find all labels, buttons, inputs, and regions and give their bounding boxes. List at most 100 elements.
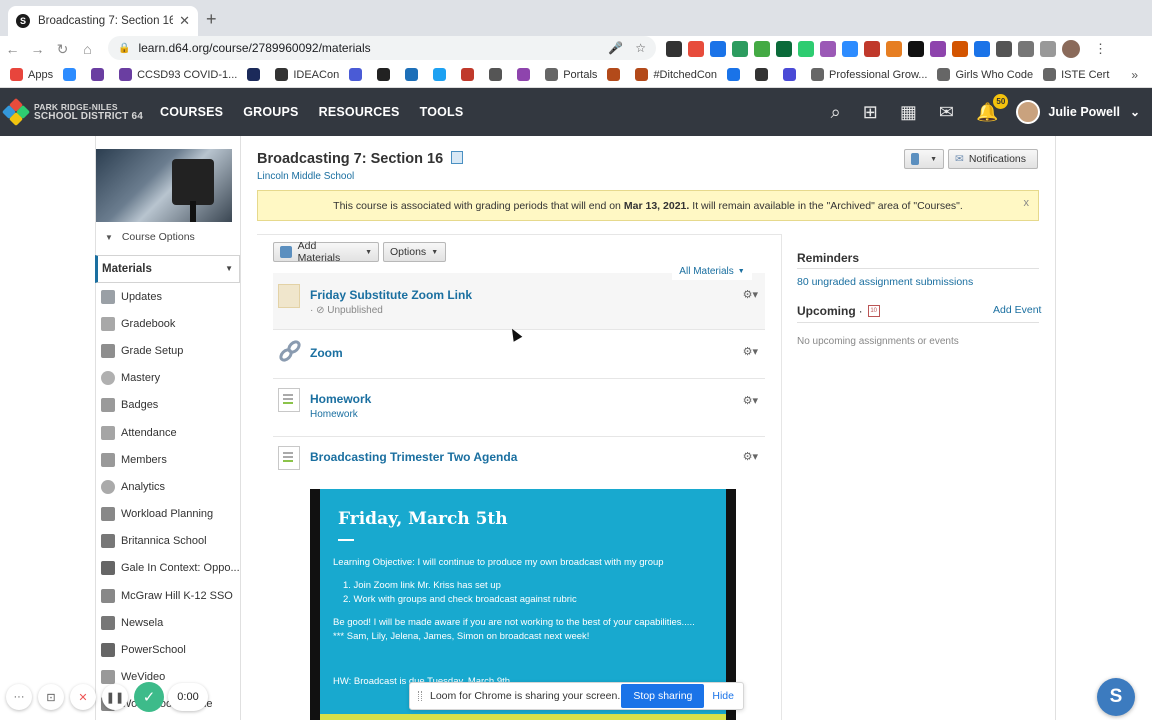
bookmark-item[interactable] xyxy=(433,68,451,81)
extension-icon[interactable] xyxy=(732,41,748,57)
add-event-link[interactable]: Add Event xyxy=(993,304,1041,316)
bookmark-item[interactable] xyxy=(783,68,801,81)
bookmark-item[interactable]: Professional Grow... xyxy=(811,68,927,81)
browser-menu-icon[interactable]: ⋮ xyxy=(1094,41,1107,57)
material-row[interactable]: Friday Substitute Zoom Link · ⊘ Unpublis… xyxy=(273,273,765,330)
finish-recording-check-icon[interactable]: ✓ xyxy=(134,682,164,712)
bookmark-item[interactable]: CCSD93 COVID-1... xyxy=(119,68,237,81)
course-info-book-icon[interactable] xyxy=(451,151,464,164)
bookmark-star-icon[interactable]: ☆ xyxy=(635,41,646,55)
sidebar-item-badges[interactable]: Badges xyxy=(95,392,240,419)
gear-icon[interactable]: ⚙▾ xyxy=(743,450,758,463)
nav-resources[interactable]: RESOURCES xyxy=(319,105,400,119)
extension-icon[interactable] xyxy=(820,41,836,57)
bookmark-item[interactable]: ISTE Cert xyxy=(1043,68,1109,81)
gear-icon[interactable]: ⚙▾ xyxy=(743,394,758,407)
bookmark-item[interactable] xyxy=(489,68,507,81)
pause-icon[interactable]: ❚❚ xyxy=(102,684,128,710)
new-tab-plus-icon[interactable]: + xyxy=(206,9,217,30)
reload-icon[interactable]: ↻ xyxy=(50,41,75,58)
material-row[interactable]: Homework Homework ⚙▾ xyxy=(273,379,765,437)
extension-icon[interactable] xyxy=(666,41,682,57)
bookmark-item[interactable]: Apps xyxy=(10,68,53,81)
banner-close-icon[interactable]: x xyxy=(1024,197,1030,209)
course-options-toggle[interactable]: ▼ Course Options xyxy=(105,231,195,243)
stop-sharing-button[interactable]: Stop sharing xyxy=(621,684,705,708)
bookmark-item[interactable]: Portals xyxy=(545,68,597,81)
bookmark-item[interactable]: #DitchedCon xyxy=(635,68,717,81)
bookmark-item[interactable] xyxy=(727,68,745,81)
material-title[interactable]: Zoom xyxy=(310,346,343,360)
browser-tab[interactable]: S Broadcasting 7: Section 16 | Sc ✕ xyxy=(8,6,198,36)
material-title[interactable]: Homework xyxy=(310,392,371,406)
bookmark-item[interactable] xyxy=(405,68,423,81)
camera-off-icon[interactable]: ⊡ xyxy=(38,684,64,710)
view-toggle-button[interactable]: ▼ xyxy=(904,149,944,169)
add-materials-button[interactable]: Add Materials ▼ xyxy=(273,240,379,264)
more-options-icon[interactable]: ··· xyxy=(6,684,32,710)
bookmark-item[interactable] xyxy=(517,68,535,81)
extension-icon[interactable] xyxy=(710,41,726,57)
search-icon[interactable]: ⌕ xyxy=(831,102,841,123)
notifications-bell-icon[interactable]: 🔔 50 xyxy=(976,93,1009,123)
browser-profile-avatar[interactable] xyxy=(1062,40,1080,58)
notifications-button[interactable]: ✉ Notifications xyxy=(948,149,1038,169)
bookmark-item[interactable]: Girls Who Code xyxy=(937,68,1033,81)
extension-icon[interactable] xyxy=(798,41,814,57)
extension-icon[interactable] xyxy=(754,41,770,57)
gear-icon[interactable]: ⚙▾ xyxy=(743,345,758,358)
sidebar-item-gradebook[interactable]: Gradebook xyxy=(95,310,240,337)
sidebar-item-materials[interactable]: Materials ▼ xyxy=(95,255,240,283)
more-bookmarks-icon[interactable]: » xyxy=(1131,68,1138,82)
extension-icon[interactable] xyxy=(930,41,946,57)
bookmark-item[interactable] xyxy=(377,68,395,81)
sidebar-item-britannica-school[interactable]: Britannica School xyxy=(95,528,240,555)
reading-list-icon[interactable] xyxy=(1018,41,1034,57)
sidebar-item-gale-in-context-oppo[interactable]: Gale In Context: Oppo... xyxy=(95,555,240,582)
calendar-icon[interactable]: ▦ xyxy=(900,102,917,123)
tab-close-icon[interactable]: ✕ xyxy=(179,13,190,29)
sidebar-item-analytics[interactable]: Analytics xyxy=(95,473,240,500)
school-link[interactable]: Lincoln Middle School xyxy=(257,171,354,182)
sidebar-item-newsela[interactable]: Newsela xyxy=(95,609,240,636)
user-menu[interactable]: Julie Powell ⌄ xyxy=(1016,100,1140,124)
drag-handle-icon[interactable] xyxy=(418,691,422,701)
address-bar[interactable]: 🔒 learn.d64.org/course/2789960092/materi… xyxy=(108,36,656,60)
extension-icon[interactable] xyxy=(688,41,704,57)
apps-grid-icon[interactable]: ⊞ xyxy=(863,102,878,123)
nav-courses[interactable]: COURSES xyxy=(160,105,223,119)
bookmark-item[interactable]: IDEACon xyxy=(275,68,339,81)
extension-icon[interactable] xyxy=(886,41,902,57)
nav-tools[interactable]: TOOLS xyxy=(420,105,464,119)
bookmark-item[interactable] xyxy=(91,68,109,81)
bookmark-item[interactable] xyxy=(755,68,773,81)
messages-icon[interactable]: ✉ xyxy=(939,102,954,123)
microphone-icon[interactable]: 🎤 xyxy=(608,41,623,55)
puzzle-extensions-icon[interactable] xyxy=(996,41,1012,57)
forward-arrow-icon[interactable]: → xyxy=(25,41,50,57)
gear-icon[interactable]: ⚙▾ xyxy=(743,288,758,301)
hide-button[interactable]: Hide xyxy=(712,690,734,702)
support-chat-button[interactable]: S xyxy=(1097,678,1135,716)
extension-icon[interactable] xyxy=(776,41,792,57)
extension-icon[interactable] xyxy=(974,41,990,57)
extension-icon[interactable] xyxy=(842,41,858,57)
material-category[interactable]: Homework xyxy=(310,409,358,420)
sidebar-item-grade-setup[interactable]: Grade Setup xyxy=(95,337,240,364)
material-row[interactable]: Broadcasting Trimester Two Agenda ⚙▾ xyxy=(273,437,765,479)
extension-icon[interactable] xyxy=(908,41,924,57)
bookmark-item[interactable] xyxy=(607,68,625,81)
bookmark-item[interactable] xyxy=(63,68,81,81)
sidebar-item-mastery[interactable]: Mastery xyxy=(95,365,240,392)
sidebar-item-attendance[interactable]: Attendance xyxy=(95,419,240,446)
options-button[interactable]: Options ▼ xyxy=(383,242,446,262)
sidebar-item-mcgraw-hill-k-12-sso[interactable]: McGraw Hill K-12 SSO xyxy=(95,582,240,609)
sidebar-item-workload-planning[interactable]: Workload Planning xyxy=(95,501,240,528)
sidebar-item-updates[interactable]: Updates xyxy=(95,283,240,310)
home-icon[interactable]: ⌂ xyxy=(75,41,100,57)
extension-icon[interactable] xyxy=(864,41,880,57)
caret-down-icon[interactable]: ▼ xyxy=(225,264,233,273)
ungraded-submissions-link[interactable]: 80 ungraded assignment submissions xyxy=(797,276,973,288)
material-title[interactable]: Broadcasting Trimester Two Agenda xyxy=(310,450,517,464)
district-logo[interactable]: PARK RIDGE-NILES SCHOOL DISTRICT 64 xyxy=(1,97,144,127)
